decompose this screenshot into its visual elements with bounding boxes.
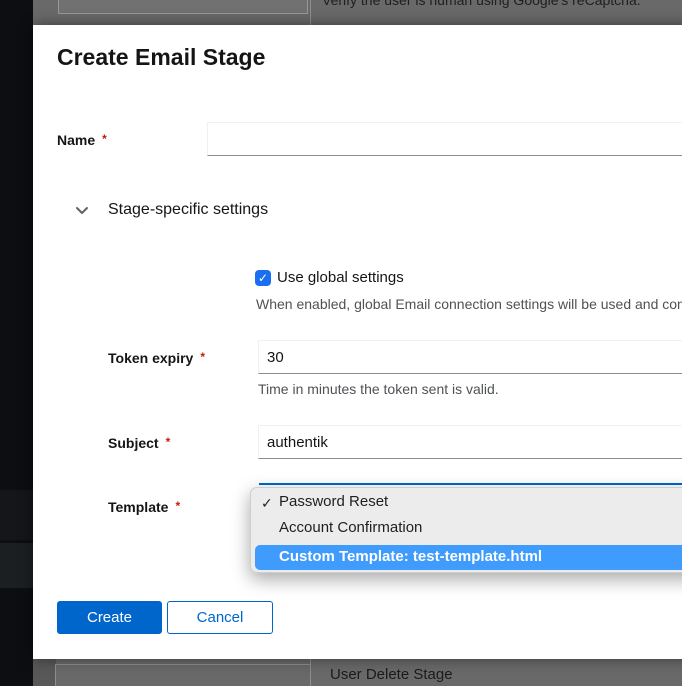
backdrop-row-border (55, 664, 310, 665)
name-input[interactable] (207, 122, 682, 156)
selected-check-icon: ✓ (261, 495, 273, 512)
template-label-text: Template (108, 499, 168, 515)
backdrop-column-divider (310, 0, 311, 25)
token-expiry-help: Time in minutes the token sent is valid. (258, 381, 499, 397)
sidebar-item-block (0, 490, 33, 540)
token-expiry-label-text: Token expiry (108, 350, 193, 366)
create-email-stage-modal: Create Email Stage Name * Stage-specific … (33, 25, 682, 659)
token-expiry-input[interactable] (258, 340, 682, 374)
subject-input[interactable] (258, 425, 682, 459)
use-global-settings-label[interactable]: Use global settings (277, 269, 404, 286)
required-asterisk: * (200, 350, 205, 364)
template-option-custom-template-label: Custom Template: test-template.html (279, 548, 542, 565)
name-label: Name * (57, 132, 107, 148)
required-asterisk: * (166, 435, 171, 449)
template-dropdown-popup: ✓ Password Reset Account Confirmation Cu… (250, 487, 682, 573)
template-option-password-reset[interactable]: Password Reset (279, 493, 388, 510)
backdrop-recaptcha-description: Verify the user is human using Google's … (322, 0, 641, 8)
backdrop-shade (33, 659, 56, 686)
app-sidebar (0, 0, 33, 686)
template-option-account-confirmation[interactable]: Account Confirmation (279, 519, 422, 536)
name-label-text: Name (57, 132, 95, 148)
template-option-custom-template[interactable]: Custom Template: test-template.html (255, 545, 682, 570)
backdrop-table-cell (58, 0, 308, 14)
subject-label: Subject * (108, 435, 170, 451)
use-global-settings-help: When enabled, global Email connection se… (256, 296, 682, 312)
backdrop-cell-border (55, 664, 56, 686)
backdrop-stage-name: User Delete Stage (330, 666, 453, 683)
template-label: Template * (108, 499, 180, 515)
token-expiry-label: Token expiry * (108, 350, 205, 366)
stage-specific-settings-toggle[interactable]: Stage-specific settings (108, 201, 268, 219)
screen: Verify the user is human using Google's … (0, 0, 682, 686)
chevron-down-icon[interactable] (75, 202, 89, 220)
cancel-button[interactable]: Cancel (167, 601, 273, 634)
create-button[interactable]: Create (57, 601, 162, 634)
modal-title: Create Email Stage (57, 44, 265, 71)
checkbox-check-icon: ✓ (258, 272, 268, 284)
backdrop-column-divider (310, 659, 311, 686)
use-global-settings-checkbox[interactable]: ✓ (255, 270, 271, 286)
template-select-focus-border (259, 483, 682, 485)
required-asterisk: * (102, 132, 107, 146)
required-asterisk: * (175, 499, 180, 513)
subject-label-text: Subject (108, 435, 159, 451)
sidebar-item-block (0, 543, 33, 588)
